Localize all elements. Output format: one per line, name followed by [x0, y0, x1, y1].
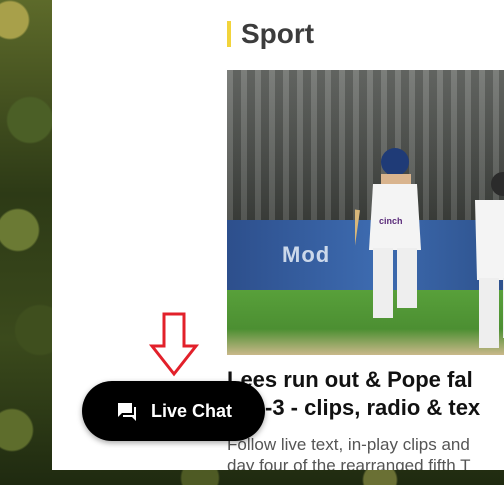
chat-icon — [117, 403, 136, 421]
section-header: Sport — [227, 18, 314, 50]
story-image[interactable]: Mod cinch — [227, 70, 504, 355]
batsman-figure: cinch — [355, 148, 421, 318]
down-arrow-icon — [148, 312, 200, 377]
story-summary: Follow live text, in-play clips and day … — [227, 434, 504, 470]
headline-line-1[interactable]: Lees run out & Pope fal — [227, 366, 504, 394]
shirt-logo: cinch — [379, 216, 403, 226]
summary-line-2: day four of the rearranged fifth T — [227, 456, 471, 470]
live-chat-button[interactable]: Live Chat — [82, 381, 265, 441]
summary-line-1: Follow live text, in-play clips and — [227, 435, 470, 454]
live-chat-label: Live Chat — [150, 400, 233, 421]
advertising-board-text: Mod — [282, 242, 331, 267]
section-accent-bar — [227, 21, 231, 47]
section-title[interactable]: Sport — [241, 18, 314, 50]
story-headline[interactable]: Lees run out & Pope fal -3 - clips, radi… — [227, 366, 504, 422]
fielder-figure — [475, 172, 504, 348]
headline-line-2[interactable]: -3 - clips, radio & tex — [227, 394, 504, 422]
